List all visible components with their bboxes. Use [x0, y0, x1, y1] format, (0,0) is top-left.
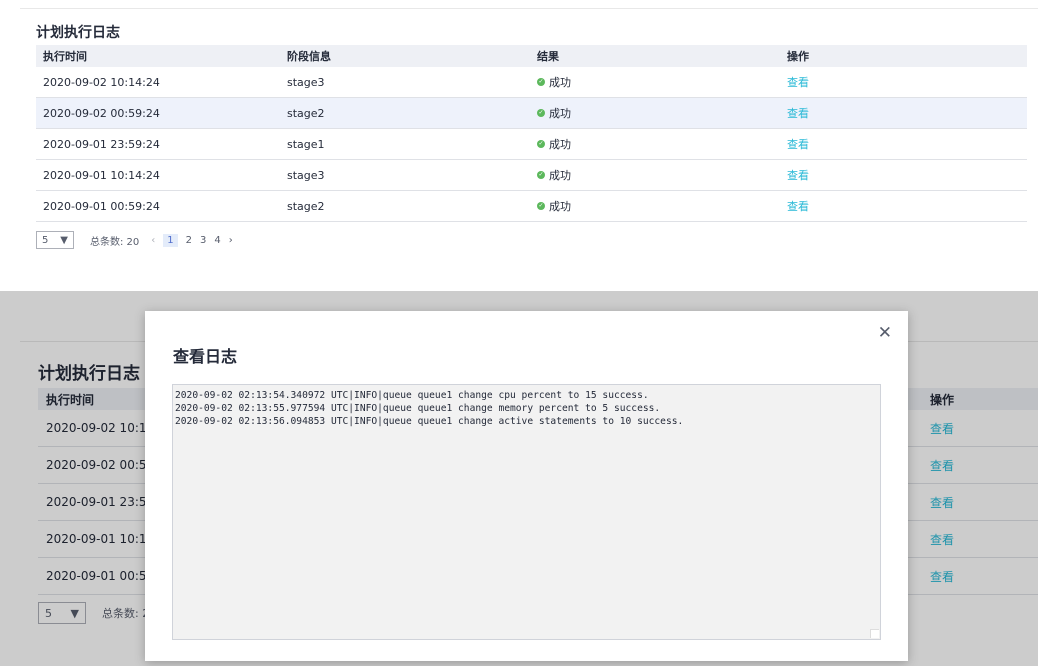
- cell-result: ✓ 成功: [531, 167, 781, 183]
- page-button-3[interactable]: 3: [200, 235, 206, 246]
- result-label: 成功: [549, 76, 571, 89]
- result-label: 成功: [549, 138, 571, 151]
- chevron-right-icon[interactable]: ›: [229, 235, 233, 246]
- header-stage: 阶段信息: [287, 50, 331, 63]
- cell-result: ✓ 成功: [531, 136, 781, 152]
- view-link[interactable]: 查看: [787, 138, 809, 151]
- cell-stage: stage2: [287, 199, 325, 213]
- cell-action: 查看: [781, 198, 1027, 214]
- section-title: 计划执行日志: [36, 25, 120, 41]
- table-row: 2020-09-01 00:59:24 stage2 ✓ 成功 查看: [36, 191, 1027, 222]
- cell-result: ✓ 成功: [531, 74, 781, 90]
- view-link[interactable]: 查看: [787, 200, 809, 213]
- check-circle-icon: ✓: [537, 202, 545, 210]
- view-log-dialog: 查看日志 ✕ 2020-09-02 02:13:54.340972 UTC|IN…: [145, 311, 908, 661]
- log-line: 2020-09-02 02:13:56.094853 UTC|INFO|queu…: [175, 416, 684, 427]
- log-line: 2020-09-02 02:13:55.977594 UTC|INFO|queu…: [175, 403, 661, 414]
- table-row: 2020-09-02 00:59:24 stage2 ✓ 成功 查看: [36, 98, 1027, 129]
- divider: [20, 8, 1038, 9]
- cell-stage: stage3: [287, 75, 325, 89]
- table-header: 执行时间 阶段信息 结果 操作: [36, 45, 1027, 67]
- view-link[interactable]: 查看: [787, 76, 809, 89]
- cell-action: 查看: [781, 167, 1027, 183]
- header-time: 执行时间: [43, 50, 87, 63]
- table-row: 2020-09-01 10:14:24 stage3 ✓ 成功 查看: [36, 160, 1027, 191]
- pagination: 5 ▼ 总条数: 20 ‹ 1 2 3 4 ›: [36, 231, 233, 249]
- log-table: 执行时间 阶段信息 结果 操作 2020-09-02 10:14:24 stag…: [36, 45, 1027, 222]
- total-count: 总条数: 20: [90, 236, 140, 248]
- result-label: 成功: [549, 107, 571, 120]
- page-size-select[interactable]: 5 ▼: [36, 231, 74, 249]
- close-icon[interactable]: ✕: [878, 323, 892, 343]
- view-link[interactable]: 查看: [787, 169, 809, 182]
- resize-handle[interactable]: [870, 629, 879, 638]
- cell-time: 2020-09-01 23:59:24: [43, 137, 160, 151]
- cell-action: 查看: [781, 74, 1027, 90]
- cell-time: 2020-09-01 00:59:24: [43, 199, 160, 213]
- check-circle-icon: ✓: [537, 109, 545, 117]
- cell-result: ✓ 成功: [531, 105, 781, 121]
- log-panel-top: 计划执行日志 执行时间 阶段信息 结果 操作 2020-09-02 10:14:…: [0, 0, 1038, 270]
- cell-stage: stage2: [287, 106, 325, 120]
- cell-stage: stage3: [287, 168, 325, 182]
- cell-action: 查看: [781, 105, 1027, 121]
- caret-down-icon: ▼: [60, 234, 68, 246]
- page-size-value: 5: [42, 234, 49, 246]
- view-link[interactable]: 查看: [787, 107, 809, 120]
- page-button-1[interactable]: 1: [163, 233, 178, 247]
- cell-stage: stage1: [287, 137, 325, 151]
- log-line: 2020-09-02 02:13:54.340972 UTC|INFO|queu…: [175, 390, 649, 401]
- cell-time: 2020-09-01 10:14:24: [43, 168, 160, 182]
- log-textarea[interactable]: 2020-09-02 02:13:54.340972 UTC|INFO|queu…: [172, 384, 881, 640]
- cell-result: ✓ 成功: [531, 198, 781, 214]
- check-circle-icon: ✓: [537, 78, 545, 86]
- cell-time: 2020-09-02 00:59:24: [43, 106, 160, 120]
- check-circle-icon: ✓: [537, 140, 545, 148]
- result-label: 成功: [549, 200, 571, 213]
- cell-time: 2020-09-02 10:14:24: [43, 75, 160, 89]
- header-result: 结果: [537, 50, 559, 63]
- log-panel-with-modal: 计划执行日志 执行时间 操作 2020-09-02 10:14:24 查看 20…: [0, 291, 1038, 666]
- dialog-title: 查看日志: [173, 347, 238, 366]
- table-row: 2020-09-02 10:14:24 stage3 ✓ 成功 查看: [36, 67, 1027, 98]
- chevron-left-icon[interactable]: ‹: [151, 235, 155, 246]
- result-label: 成功: [549, 169, 571, 182]
- cell-action: 查看: [781, 136, 1027, 152]
- header-action: 操作: [787, 50, 809, 63]
- check-circle-icon: ✓: [537, 171, 545, 179]
- table-row: 2020-09-01 23:59:24 stage1 ✓ 成功 查看: [36, 129, 1027, 160]
- page-button-4[interactable]: 4: [214, 235, 220, 246]
- page-button-2[interactable]: 2: [186, 235, 192, 246]
